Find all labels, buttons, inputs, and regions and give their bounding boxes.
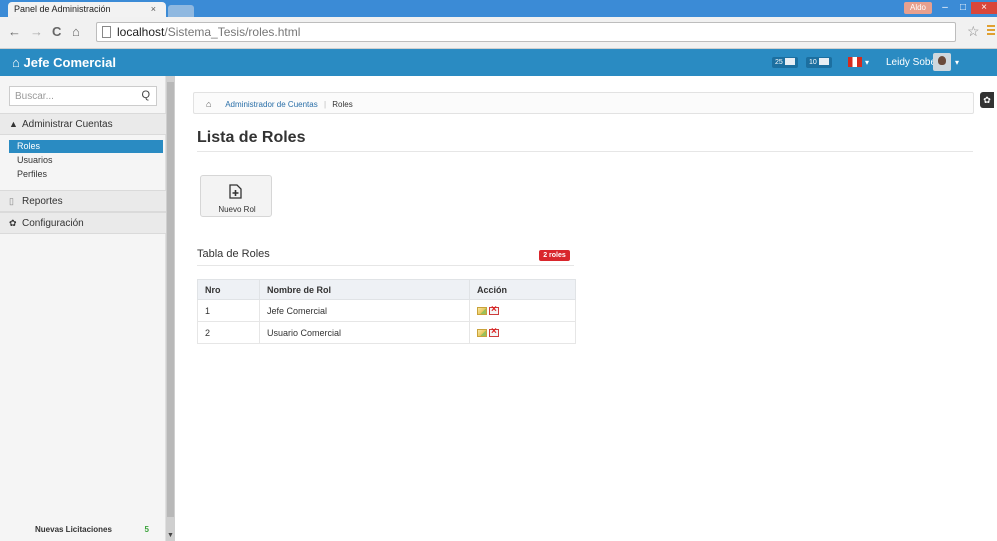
new-role-label: Nuevo Rol — [218, 205, 256, 214]
table-title: Tabla de Roles — [197, 248, 270, 260]
cell-nombre: Usuario Comercial — [259, 321, 470, 344]
cell-actions — [469, 299, 576, 322]
home-icon[interactable]: ⌂ — [206, 99, 211, 109]
chevron-down-icon[interactable]: ▾ — [865, 58, 869, 67]
url-host: localhost — [117, 25, 165, 39]
brand-link[interactable]: ⌂ Jefe Comercial — [12, 55, 116, 70]
sidebar-section-label: Configuración — [22, 218, 84, 229]
tab-close-icon[interactable]: × — [151, 4, 156, 14]
sidebar-section-settings[interactable]: ✿ Configuración — [0, 212, 166, 234]
page-title: Lista de Roles — [197, 129, 306, 146]
page-icon — [102, 26, 111, 38]
calendar-count: 10 — [809, 59, 817, 66]
edit-icon[interactable] — [477, 329, 487, 338]
url-path: /Sistema_Tesis/roles.html — [164, 25, 301, 39]
search-placeholder: Buscar... — [15, 91, 54, 102]
browser-tab[interactable]: Panel de Administración × — [8, 2, 166, 17]
breadcrumb-link-accounts[interactable]: Administrador de Cuentas — [225, 100, 318, 109]
roles-table: Nro Nombre de Rol Acción 1 Jefe Comercia… — [197, 279, 576, 344]
brand-title: Jefe Comercial — [23, 55, 116, 70]
cell-actions — [469, 321, 576, 344]
divider — [197, 151, 973, 152]
calendar-icon — [818, 58, 829, 65]
new-tenders-count: 5 — [144, 525, 149, 534]
table-row: 2 Usuario Comercial — [197, 321, 576, 344]
column-header-nro[interactable]: Nro — [197, 279, 260, 300]
user-icon: ▲ — [9, 119, 18, 129]
roles-count-badge: 2 roles — [539, 250, 570, 261]
column-header-nombre[interactable]: Nombre de Rol — [259, 279, 470, 300]
breadcrumb-separator: | — [323, 100, 327, 109]
close-window-button[interactable]: × — [971, 2, 997, 14]
calendar-badge[interactable]: 10 — [806, 57, 832, 68]
sidebar-section-accounts[interactable]: ▲ Administrar Cuentas — [0, 113, 166, 135]
gear-icon: ✿ — [9, 218, 17, 228]
settings-gear-icon[interactable]: ✿ — [980, 92, 994, 108]
back-arrow-icon[interactable]: ← — [8, 24, 21, 39]
sidebar-scrollbar[interactable]: ▼ — [166, 76, 175, 541]
language-flag-icon[interactable] — [848, 57, 862, 67]
address-bar[interactable]: localhost/Sistema_Tesis/roles.html — [96, 22, 956, 42]
cell-nombre: Jefe Comercial — [259, 299, 470, 322]
window-user-badge: Aldo — [904, 2, 932, 14]
browser-toolbar: ← → C ⌂ localhost/Sistema_Tesis/roles.ht… — [0, 17, 997, 49]
cell-nro: 1 — [197, 299, 260, 322]
minimize-button[interactable]: – — [936, 2, 954, 14]
breadcrumb-current: Roles — [332, 100, 353, 109]
document-icon: ▯ — [9, 196, 14, 206]
new-file-icon — [229, 184, 242, 199]
sidebar-item-perfiles[interactable]: Perfiles — [9, 168, 163, 181]
reload-icon[interactable]: C — [52, 24, 61, 39]
messages-badge[interactable]: 25 — [772, 57, 798, 68]
avatar[interactable] — [933, 53, 951, 71]
sidebar-section-reports[interactable]: ▯ Reportes — [0, 190, 166, 212]
envelope-icon — [784, 58, 795, 65]
browser-tab-bar: Panel de Administración × Aldo – □ × — [0, 0, 997, 17]
browser-menu-icon[interactable] — [987, 25, 995, 37]
tab-title: Panel de Administración — [14, 4, 111, 14]
new-tenders-label: Nuevas Licitaciones — [35, 525, 112, 534]
delete-icon[interactable] — [489, 304, 499, 316]
messages-count: 25 — [775, 59, 783, 66]
app-header: ⌂ Jefe Comercial 25 10 ▾ Leidy Soberón ▾ — [0, 49, 997, 76]
table-row: 1 Jefe Comercial — [197, 299, 576, 322]
column-header-accion: Acción — [469, 279, 576, 300]
sidebar-item-roles[interactable]: Roles — [9, 140, 163, 153]
new-tab-button[interactable] — [168, 5, 194, 17]
new-role-button[interactable]: Nuevo Rol — [200, 175, 272, 217]
scroll-down-icon[interactable]: ▼ — [166, 532, 175, 539]
forward-arrow-icon[interactable]: → — [30, 24, 43, 39]
divider — [197, 265, 574, 266]
search-icon[interactable]: Q — [141, 89, 150, 101]
sidebar-item-usuarios[interactable]: Usuarios — [9, 154, 163, 167]
home-icon: ⌂ — [12, 55, 20, 70]
sidebar: Buscar... Q ▲ Administrar Cuentas Roles U… — [0, 76, 166, 541]
search-input[interactable]: Buscar... Q — [9, 86, 157, 106]
maximize-button[interactable]: □ — [954, 2, 972, 14]
edit-icon[interactable] — [477, 307, 487, 316]
bookmark-star-icon[interactable]: ☆ — [967, 23, 980, 40]
table-header-row: Nro Nombre de Rol Acción — [197, 279, 576, 300]
cell-nro: 2 — [197, 321, 260, 344]
delete-icon[interactable] — [489, 326, 499, 338]
user-menu-chevron-icon[interactable]: ▾ — [955, 58, 959, 67]
home-icon[interactable]: ⌂ — [72, 24, 80, 39]
new-tenders-item[interactable]: Nuevas Licitaciones 5 — [9, 525, 157, 541]
sidebar-section-label: Administrar Cuentas — [22, 119, 113, 130]
scrollbar-thumb[interactable] — [167, 82, 174, 517]
breadcrumb: ⌂ Administrador de Cuentas | Roles — [193, 92, 974, 114]
sidebar-section-label: Reportes — [22, 196, 63, 207]
